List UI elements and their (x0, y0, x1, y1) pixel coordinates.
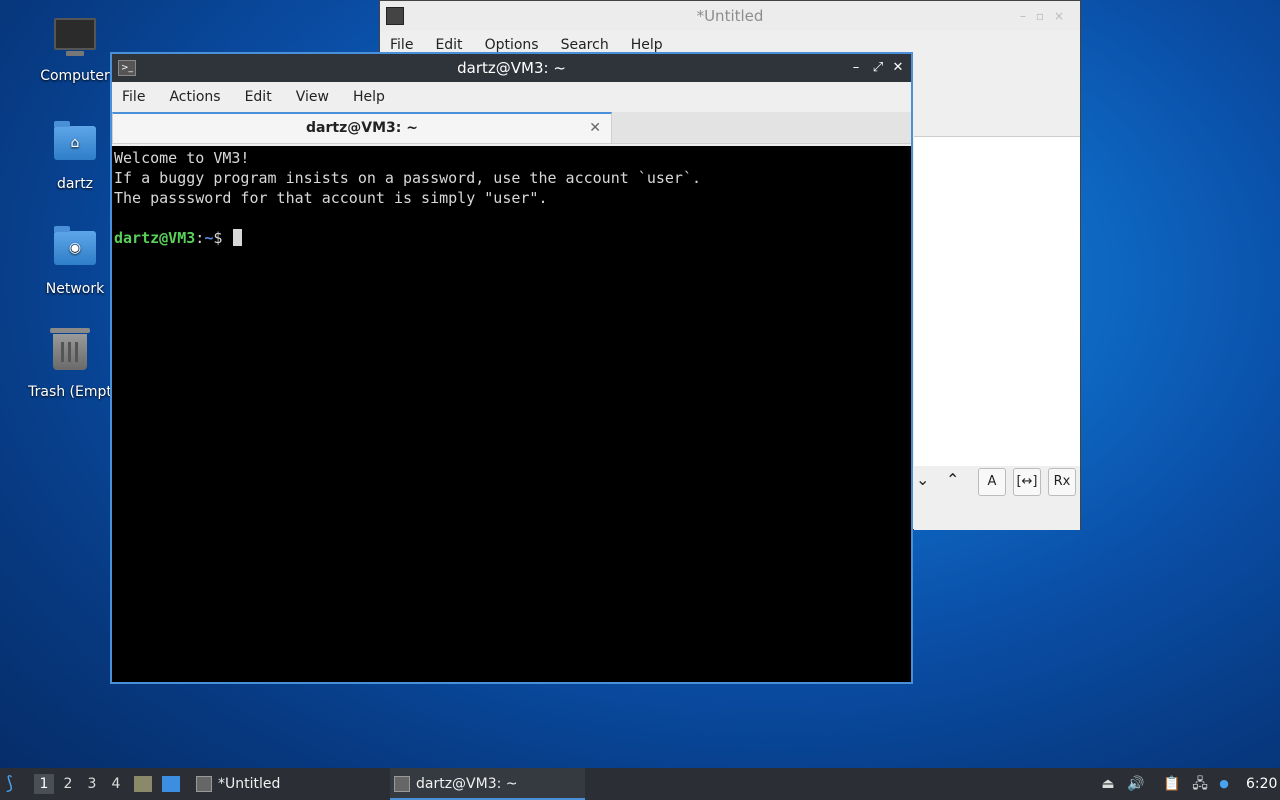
terminal-menu-edit[interactable]: Edit (245, 89, 272, 105)
tab-close-icon[interactable]: ✕ (589, 114, 601, 142)
whole-word-button[interactable]: [↔] (1013, 468, 1041, 496)
terminal-menu-view[interactable]: View (296, 89, 329, 105)
volume-icon[interactable]: 🔊 (1127, 776, 1145, 792)
close-icon[interactable]: ✕ (889, 54, 907, 82)
terminal-console[interactable]: Welcome to VM3! If a buggy program insist… (112, 146, 911, 682)
clipboard-icon[interactable]: 📋 (1163, 776, 1181, 792)
task-terminal[interactable]: dartz@VM3: ~ (390, 768, 585, 800)
task-untitled[interactable]: *Untitled (192, 768, 382, 800)
terminal-menubar: File Actions Edit View Help (112, 82, 911, 112)
computer-icon (53, 18, 97, 62)
workspace-1[interactable]: 1 (34, 774, 54, 794)
terminal-tabbar: dartz@VM3: ~ ✕ (112, 112, 911, 144)
eject-icon[interactable]: ⏏ (1099, 776, 1117, 792)
minimize-icon[interactable]: – (847, 54, 865, 82)
workspace-2[interactable]: 2 (58, 774, 78, 794)
editor-menu-edit[interactable]: Edit (435, 37, 462, 53)
terminal-title: dartz@VM3: ~ (457, 59, 566, 77)
terminal-tab[interactable]: dartz@VM3: ~ ✕ (112, 112, 612, 144)
terminal-titlebar[interactable]: >_ dartz@VM3: ~ – ⤢ ✕ (112, 54, 911, 82)
show-desktop-icon[interactable] (162, 776, 180, 792)
terminal-app-icon: >_ (118, 60, 136, 76)
editor-app-icon (386, 7, 404, 25)
editor-menu-file[interactable]: File (390, 37, 413, 53)
trash-icon (48, 328, 92, 378)
prompt-separator: : (195, 229, 205, 247)
task-label: dartz@VM3: ~ (416, 776, 518, 792)
editor-title: *Untitled (696, 7, 764, 25)
workspace-3[interactable]: 3 (82, 774, 102, 794)
prompt-symbol: $ (213, 229, 232, 247)
start-menu-icon[interactable]: ⟆ (6, 768, 26, 800)
desktop-icon-trash[interactable]: Trash (Empt (20, 328, 120, 400)
terminal-window: >_ dartz@VM3: ~ – ⤢ ✕ File Actions Edit … (110, 52, 913, 684)
notification-icon[interactable]: ● (1215, 776, 1233, 792)
terminal-menu-help[interactable]: Help (353, 89, 385, 105)
console-prompt: dartz@VM3:~$ (114, 228, 909, 248)
console-line: The passsword for that account is simply… (114, 189, 548, 207)
editor-titlebar[interactable]: *Untitled –▫× (380, 1, 1080, 31)
editor-text-area[interactable] (914, 136, 1080, 466)
clock[interactable]: 6:20 (1246, 768, 1277, 800)
workspace-4[interactable]: 4 (106, 774, 126, 794)
network-folder-icon: ◉ (53, 226, 97, 275)
prompt-path: ~ (204, 229, 214, 247)
desktop-icon-label: Trash (Empt (28, 384, 112, 400)
chevron-up-icon[interactable]: ⌃ (946, 470, 959, 489)
regex-button[interactable]: Rx (1048, 468, 1076, 496)
terminal-menu-file[interactable]: File (122, 89, 145, 105)
taskbar: ⟆ 1 2 3 4 *Untitled dartz@VM3: ~ ⏏ 🔊 📋 🖧… (0, 768, 1280, 800)
text-cursor (233, 229, 243, 246)
terminal-menu-actions[interactable]: Actions (169, 89, 220, 105)
editor-window-controls[interactable]: –▫× (1020, 1, 1074, 31)
file-manager-icon[interactable] (134, 776, 152, 792)
editor-menu-search[interactable]: Search (561, 37, 609, 53)
home-folder-icon: ⌂ (53, 121, 97, 170)
terminal-tab-label: dartz@VM3: ~ (306, 120, 418, 136)
maximize-icon[interactable]: ⤢ (869, 54, 887, 82)
console-line: If a buggy program insists on a password… (114, 169, 701, 187)
editor-menu-help[interactable]: Help (631, 37, 663, 53)
prompt-user: dartz@VM3 (114, 229, 196, 247)
chevron-down-icon[interactable]: ⌄ (916, 470, 929, 489)
task-label: *Untitled (218, 776, 281, 792)
terminal-task-icon (394, 776, 410, 792)
network-icon[interactable]: 🖧 (1191, 776, 1209, 792)
editor-menu-options[interactable]: Options (485, 37, 539, 53)
editor-search-bar: ⌄ ⌃ A [↔] Rx (914, 466, 1080, 530)
match-case-button[interactable]: A (978, 468, 1006, 496)
editor-task-icon (196, 776, 212, 792)
console-line: Welcome to VM3! (114, 149, 250, 167)
